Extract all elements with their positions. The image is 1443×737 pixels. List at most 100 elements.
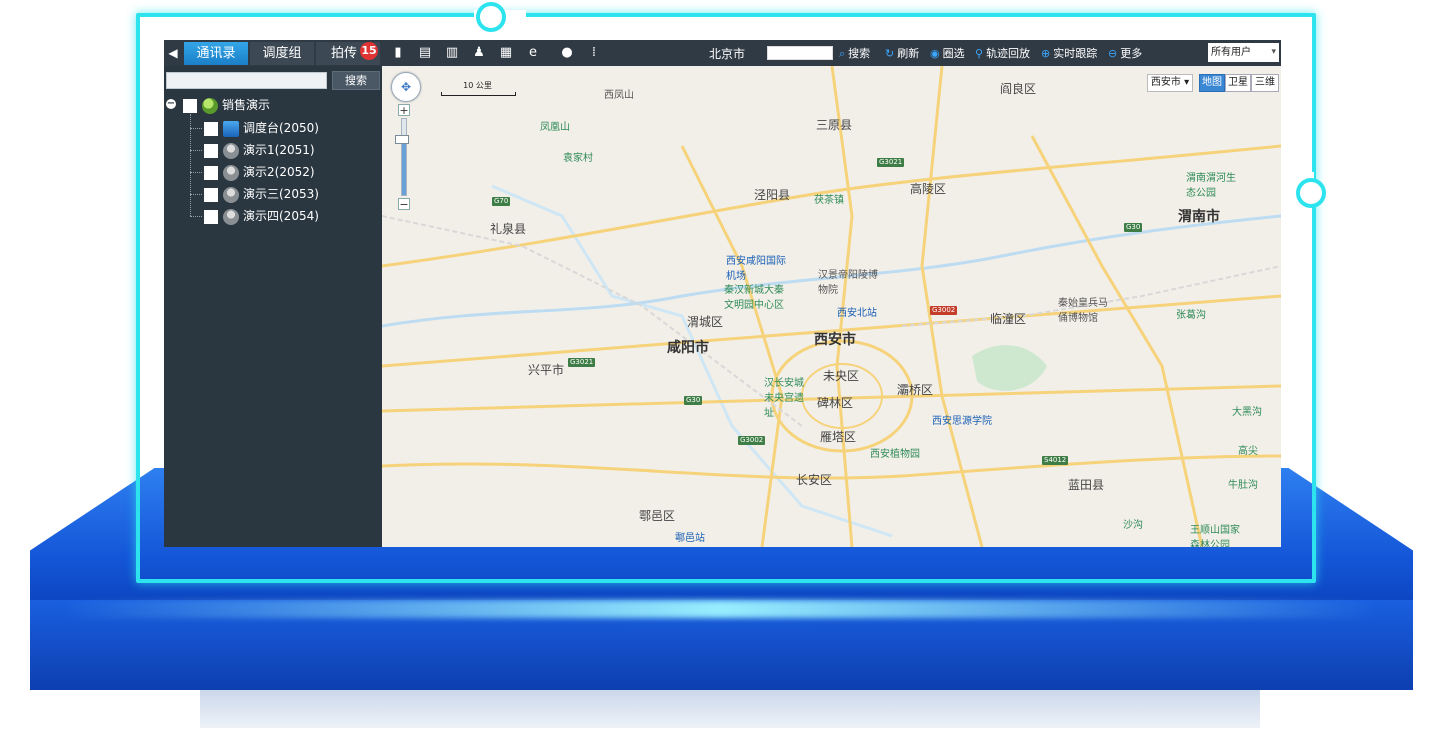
tree-checkbox[interactable]	[204, 165, 218, 180]
map-poi-airport[interactable]: 西安咸阳国际机场	[726, 252, 786, 282]
map-label-weinan: 渭南市	[1178, 209, 1220, 225]
sidebar-search-button[interactable]: 搜索	[332, 71, 380, 90]
map-label-xian: 西安市	[814, 332, 856, 348]
map-label-beilin: 碑林区	[817, 396, 854, 410]
maptype-3d-button[interactable]: 三维	[1251, 74, 1279, 92]
search-action[interactable]: ⌕ 搜索	[839, 45, 870, 61]
map-poi-huyi-station[interactable]: 鄠邑站	[675, 529, 705, 544]
zoom-in-button[interactable]: +	[398, 104, 410, 116]
map-poi-qinhan[interactable]: 秦汉新城大秦文明园中心区	[724, 281, 784, 311]
map-city-select[interactable]: 西安市 ▾	[1147, 74, 1193, 92]
map-poi-north-station[interactable]: 西安北站	[837, 304, 877, 319]
layers-icon[interactable]: ▤	[417, 45, 433, 61]
user-icon	[223, 142, 239, 159]
map-view[interactable]: ✥ + − 10 公里 西安市 ▾ 地图 卫星 三维 西安市 咸阳市 渭南市 高…	[382, 66, 1281, 547]
circle-select-action[interactable]: ◉ 圈选	[930, 45, 965, 61]
zoom-slider[interactable]	[401, 118, 407, 196]
map-city-value: 西安市	[1150, 77, 1181, 88]
pan-control-icon[interactable]: ✥	[391, 72, 421, 102]
maptype-map-button[interactable]: 地图	[1199, 74, 1225, 92]
more-icon: ⊖	[1108, 47, 1118, 60]
tree-line	[190, 172, 202, 173]
map-poi-niudu[interactable]: 牛肚沟	[1228, 476, 1258, 491]
map-poi-fengmingshan[interactable]: 凤凰山	[540, 118, 570, 133]
live-tracking-action[interactable]: ⊕ 实时跟踪	[1041, 45, 1097, 61]
map-label-xifengshan: 西凤山	[604, 90, 634, 101]
highway-shield: G70	[492, 197, 511, 206]
tree-checkbox[interactable]	[204, 121, 218, 136]
zoom-control[interactable]: + −	[395, 104, 410, 210]
map-label-huyi: 鄠邑区	[639, 509, 676, 523]
tree-checkbox[interactable]	[204, 209, 218, 224]
map-poi-shahe[interactable]: 沙沟	[1123, 516, 1143, 531]
document-icon[interactable]: ▦	[498, 45, 514, 61]
app-window: ◀ 通讯录 调度组 拍传 15 ▮ ▤ ▥ ♟ ▦ e ● ⁞ 北京市 ⌕ 搜索 …	[164, 40, 1281, 547]
tree-item-dispatcher[interactable]: 调度台(2050)	[204, 119, 319, 137]
maptype-satellite-button[interactable]: 卫星	[1225, 74, 1251, 92]
top-toolbar: ◀ 通讯录 调度组 拍传 15 ▮ ▤ ▥ ♟ ▦ e ● ⁞ 北京市 ⌕ 搜索 …	[164, 40, 1281, 66]
users-icon[interactable]: ♟	[471, 45, 487, 61]
browser-icon[interactable]: e	[525, 45, 541, 61]
tree-checkbox[interactable]	[204, 143, 218, 158]
map-label-xianyang: 咸阳市	[667, 340, 709, 356]
stage: ◀ 通讯录 调度组 拍传 15 ▮ ▤ ▥ ♟ ▦ e ● ⁞ 北京市 ⌕ 搜索 …	[0, 0, 1443, 737]
tree-item-demo3[interactable]: 演示三(2053)	[204, 185, 319, 203]
tree-root-label: 销售演示	[222, 98, 271, 112]
user-filter-select[interactable]: 所有用户 ▾	[1208, 43, 1279, 62]
map-poi-hanchangan[interactable]: 汉长安城未央宫遗址	[764, 374, 812, 419]
tree-item-demo1[interactable]: 演示1(2051)	[204, 141, 315, 159]
highway-shield: G30	[1124, 223, 1143, 232]
tab-dispatch-group[interactable]: 调度组	[250, 42, 314, 65]
tree-collapse-icon[interactable]: −	[166, 99, 176, 109]
map-poi-gaojian[interactable]: 高尖	[1238, 442, 1258, 457]
frame-knob-right	[1296, 178, 1326, 208]
tree-item-label: 调度台(2050)	[243, 121, 319, 135]
map-poi-terracotta[interactable]: 秦始皇兵马俑博物馆	[1058, 294, 1114, 324]
tree-line	[190, 128, 202, 129]
zoom-handle[interactable]	[395, 134, 409, 144]
map-label-weicheng: 渭城区	[687, 315, 724, 329]
zoom-out-button[interactable]: −	[398, 198, 410, 210]
map-label-gaoling: 高陵区	[910, 182, 947, 196]
highway-shield: G3002	[930, 306, 958, 315]
map-poi-museum[interactable]: 汉景帝阳陵博物院	[818, 266, 878, 296]
computer-icon	[223, 120, 239, 137]
map-poi-botanical[interactable]: 西安植物园	[870, 445, 920, 460]
map-label-xingping: 兴平市	[528, 363, 565, 377]
circle-select-label: 圈选	[942, 47, 965, 60]
sidebar-search-input[interactable]	[166, 72, 327, 89]
zoom-fill	[402, 136, 406, 195]
map-search-input[interactable]	[767, 46, 833, 60]
map-poi-siyuan[interactable]: 西安思源学院	[932, 412, 992, 427]
map-poi-weinan-park[interactable]: 渭南渭河生态公园	[1186, 169, 1242, 199]
tree-root-item[interactable]: 销售演示	[183, 96, 270, 114]
map-poi-maocha[interactable]: 茯茶镇	[814, 191, 844, 206]
map-poi-lishan[interactable]: 张葛沟	[1176, 306, 1206, 321]
grid-menu-icon[interactable]: ⁞	[586, 45, 602, 61]
tree-line	[190, 114, 191, 216]
current-city[interactable]: 北京市	[709, 45, 745, 62]
tree-line	[190, 150, 202, 151]
refresh-action[interactable]: ↻ 刷新	[885, 45, 919, 61]
chart-icon[interactable]: ▥	[444, 45, 460, 61]
map-book-icon[interactable]: ▮	[390, 45, 406, 61]
more-action[interactable]: ⊖ 更多	[1108, 45, 1142, 61]
map-label-lantian: 蓝田县	[1068, 478, 1105, 492]
track-replay-action[interactable]: ⚲ 轨迹回放	[975, 45, 1030, 61]
tree-item-demo4[interactable]: 演示四(2054)	[204, 207, 319, 225]
map-poi-yuanjiacun[interactable]: 袁家村	[563, 149, 593, 164]
tab-contacts[interactable]: 通讯录	[184, 42, 248, 65]
map-poi-wangshunshan[interactable]: 王顺山国家森林公园	[1190, 521, 1246, 547]
user-icon	[223, 186, 239, 203]
tree-checkbox[interactable]	[204, 187, 218, 202]
chat-icon[interactable]: ●	[559, 45, 575, 61]
user-icon	[223, 208, 239, 225]
refresh-icon: ↻	[885, 47, 895, 60]
tree-checkbox[interactable]	[183, 98, 197, 113]
tree-item-demo2[interactable]: 演示2(2052)	[204, 163, 315, 181]
map-poi-dahei[interactable]: 大黑沟	[1232, 403, 1262, 418]
more-action-label: 更多	[1120, 47, 1143, 60]
collapse-arrow-icon[interactable]: ◀	[166, 44, 180, 62]
circle-select-icon: ◉	[930, 47, 940, 60]
highway-shield: G3002	[738, 436, 766, 445]
